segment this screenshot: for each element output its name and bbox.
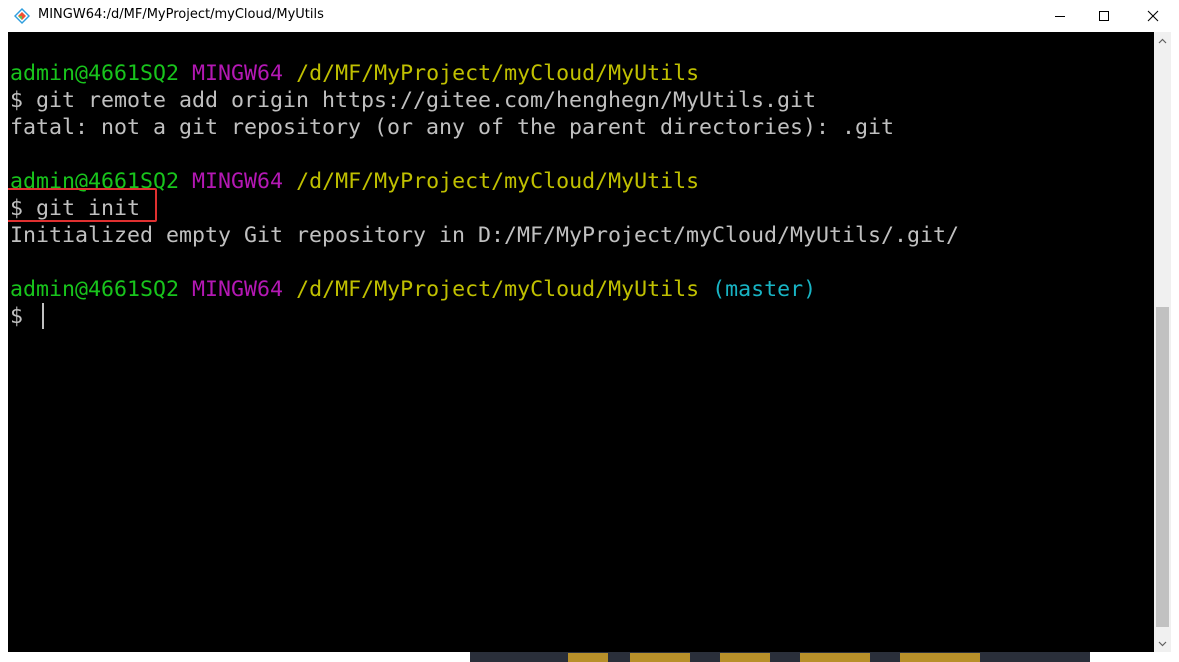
background-app-bottom bbox=[0, 652, 1179, 662]
background-image-edge bbox=[470, 652, 1090, 662]
output-line-2: Initialized empty Git repository in D:/M… bbox=[10, 223, 960, 248]
command-line-1: $ git remote add origin https://gitee.co… bbox=[10, 88, 817, 113]
maximize-icon bbox=[1099, 10, 1109, 21]
window-title: MINGW64:/d/MF/MyProject/myCloud/MyUtils bbox=[38, 7, 324, 22]
window-right-edge bbox=[1171, 32, 1179, 662]
command-line-3[interactable]: $ bbox=[10, 303, 36, 330]
prompt-system: MINGW64 bbox=[192, 169, 284, 194]
background-app-edge bbox=[0, 32, 8, 662]
prompt-line-1: admin@4661SQ2 MINGW64 /d/MF/MyProject/my… bbox=[10, 60, 699, 87]
vertical-scrollbar[interactable] bbox=[1154, 32, 1171, 652]
scroll-thumb[interactable] bbox=[1156, 307, 1169, 627]
prompt-path: /d/MF/MyProject/myCloud/MyUtils bbox=[296, 277, 700, 302]
prompt-user: admin@4661SQ2 bbox=[10, 277, 180, 302]
background-image-detail bbox=[800, 653, 870, 662]
minimize-button[interactable] bbox=[1037, 0, 1083, 31]
prompt-system: MINGW64 bbox=[192, 61, 284, 86]
close-icon bbox=[1147, 10, 1159, 21]
prompt-path: /d/MF/MyProject/myCloud/MyUtils bbox=[296, 169, 700, 194]
text-cursor bbox=[42, 303, 44, 329]
minimize-icon bbox=[1055, 15, 1065, 17]
background-image-detail bbox=[568, 653, 608, 662]
git-bash-icon bbox=[14, 8, 30, 24]
chevron-down-icon bbox=[1158, 641, 1167, 646]
prompt-user: admin@4661SQ2 bbox=[10, 61, 180, 86]
background-image-detail bbox=[900, 653, 980, 662]
chevron-up-icon bbox=[1158, 38, 1167, 43]
output-line-1: fatal: not a git repository (or any of t… bbox=[10, 115, 895, 140]
background-image-detail bbox=[720, 653, 770, 662]
prompt-path: /d/MF/MyProject/myCloud/MyUtils bbox=[296, 61, 700, 86]
prompt-line-3: admin@4661SQ2 MINGW64 /d/MF/MyProject/my… bbox=[10, 276, 816, 303]
command-highlight-box bbox=[8, 188, 157, 222]
scroll-down-button[interactable] bbox=[1154, 635, 1171, 652]
maximize-button[interactable] bbox=[1081, 0, 1127, 31]
terminal-window: MINGW64:/d/MF/MyProject/myCloud/MyUtils … bbox=[0, 0, 1179, 662]
background-image-detail bbox=[630, 653, 690, 662]
prompt-system: MINGW64 bbox=[192, 277, 284, 302]
prompt-branch: (master) bbox=[712, 277, 817, 302]
terminal-output[interactable]: admin@4661SQ2 MINGW64 /d/MF/MyProject/my… bbox=[8, 32, 1154, 652]
close-button[interactable] bbox=[1130, 0, 1176, 31]
title-bar[interactable]: MINGW64:/d/MF/MyProject/myCloud/MyUtils bbox=[0, 0, 1179, 32]
scroll-up-button[interactable] bbox=[1154, 32, 1171, 49]
